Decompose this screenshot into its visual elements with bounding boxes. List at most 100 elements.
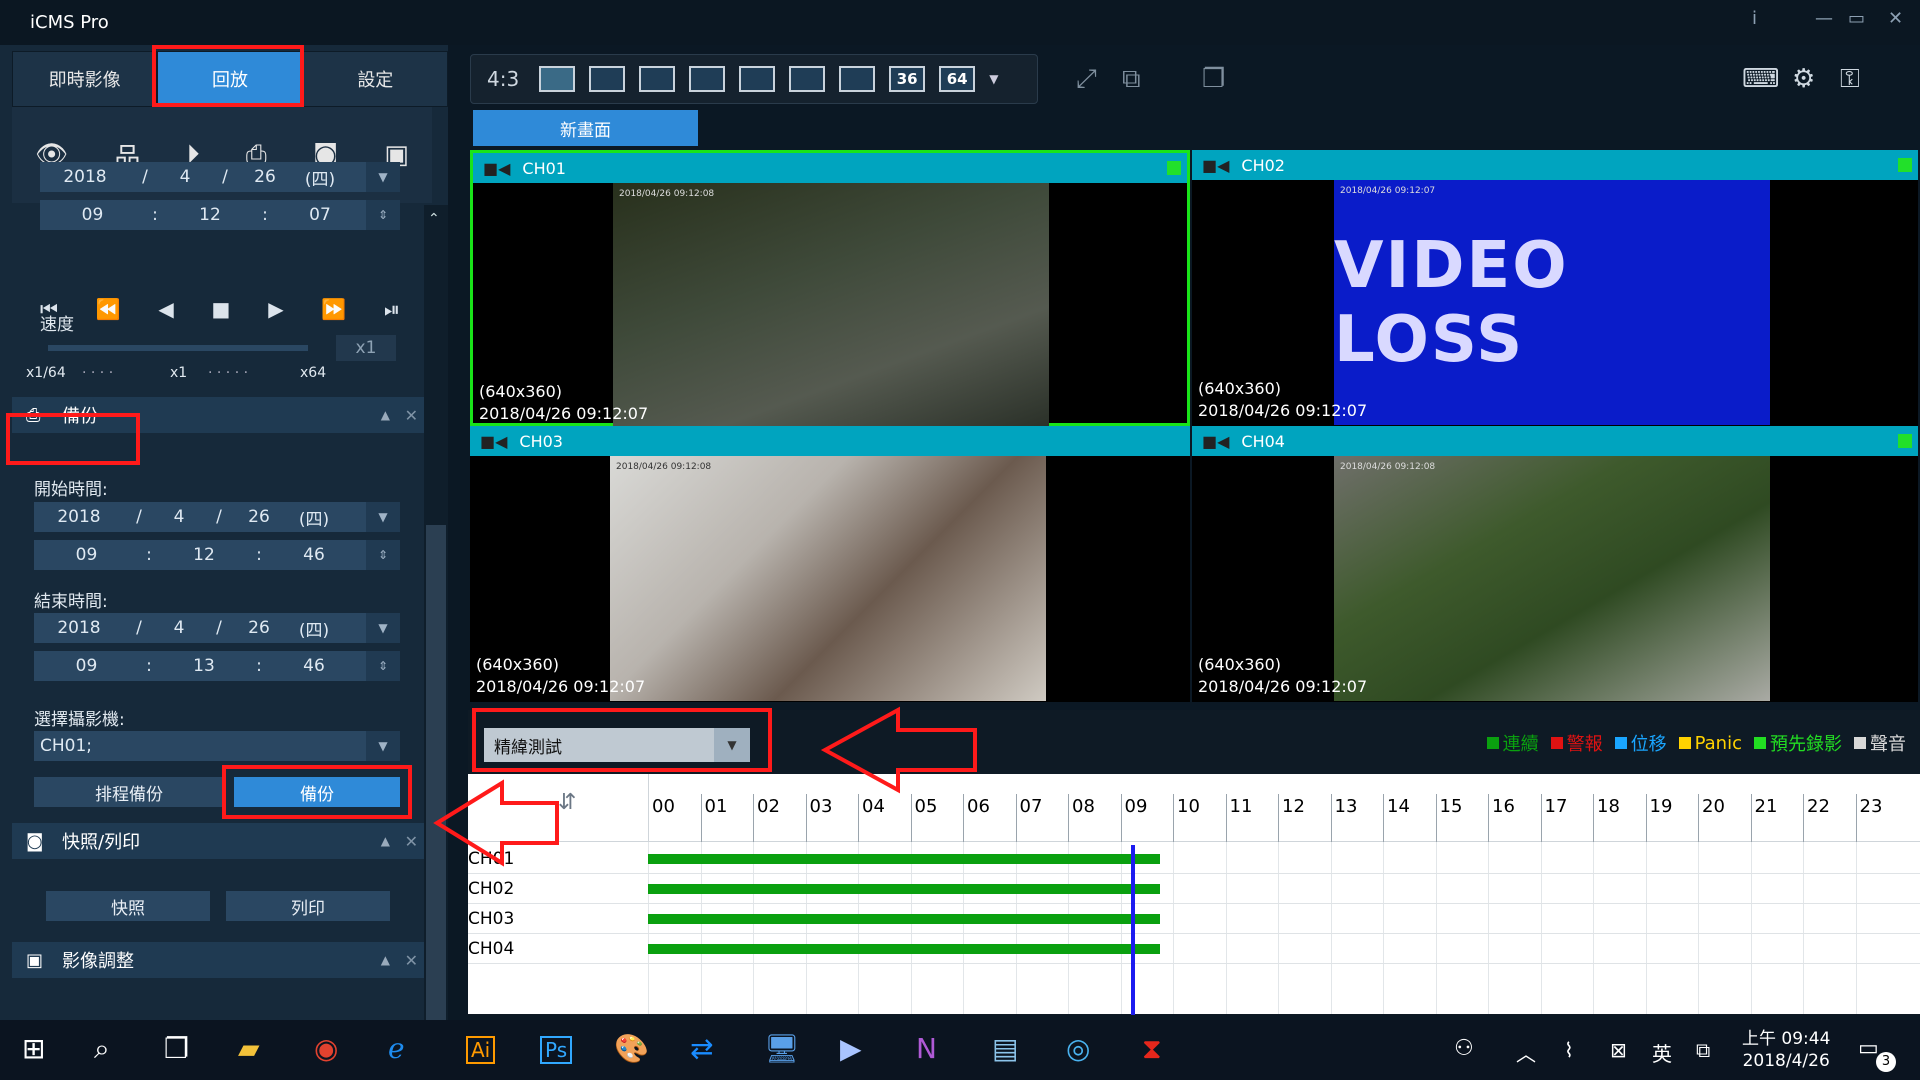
aspect-ratio-toggle[interactable]: 4:3 (487, 67, 519, 91)
tab-settings[interactable]: 設定 (302, 51, 448, 107)
clock[interactable]: 上午 09:44 2018/4/26 (1742, 1028, 1830, 1072)
play-pause-icon[interactable]: ⏯ (384, 297, 400, 321)
layout-9-icon[interactable] (689, 66, 726, 92)
playback-time-field[interactable]: 09 : 12 : 07 ⇕ (40, 200, 400, 230)
wifi-icon[interactable]: ⌇ (1564, 1038, 1574, 1062)
layout-4-icon[interactable] (589, 66, 626, 92)
onenote-icon[interactable]: N (916, 1032, 937, 1065)
notification-icon[interactable]: ▭ (1858, 1036, 1879, 1061)
play-icon[interactable]: ▶ (268, 297, 283, 321)
schedule-backup-button[interactable]: 排程備份 (34, 777, 224, 807)
fullscreen-icon[interactable]: ⤢ (1076, 64, 1097, 95)
layout-1-icon[interactable] (539, 66, 576, 92)
chevron-down-icon[interactable]: ▼ (366, 162, 400, 192)
tab-live[interactable]: 即時影像 (12, 51, 158, 107)
timeline-row[interactable]: CH02 (468, 874, 1920, 904)
chevron-up-icon[interactable]: ︿ (1516, 1038, 1536, 1067)
close-icon[interactable]: ✕ (405, 406, 418, 425)
collapse-icon[interactable]: ▲ (381, 834, 390, 848)
spinner-icon[interactable]: ⇕ (366, 200, 400, 230)
close-icon[interactable]: ✕ (405, 832, 418, 851)
timeline-row[interactable]: CH01 (468, 844, 1920, 874)
image-adjust-section-header[interactable]: ▣ 影像調整 ▲ ✕ (12, 942, 424, 978)
icms-icon[interactable]: ◎ (1066, 1032, 1090, 1065)
layout-6-icon[interactable] (639, 66, 676, 92)
recording-bar[interactable] (648, 854, 1160, 864)
chevron-down-icon[interactable]: ▼ (366, 502, 400, 532)
network-error-icon[interactable]: ⊠ (1610, 1038, 1627, 1062)
ime-indicator[interactable]: 英 (1652, 1038, 1672, 1067)
layout-13-icon[interactable] (789, 66, 826, 92)
layout-36-icon[interactable]: 36 (889, 66, 926, 92)
timeline-grid[interactable]: ⇵ 00 01 02 03 04 05 06 07 08 09 10 11 12 13 14 15 16 17 18… (468, 774, 1920, 1014)
layout-16-icon[interactable] (839, 66, 876, 92)
remote-desktop-icon[interactable]: 🖥 (764, 1032, 800, 1065)
spinner-icon[interactable]: ⇕ (366, 651, 400, 681)
recording-bar[interactable] (648, 884, 1160, 894)
info-icon[interactable]: ⅰ (1752, 8, 1757, 29)
camera-select[interactable]: CH01; ▼ (34, 731, 400, 761)
layout-10-icon[interactable] (739, 66, 776, 92)
recording-bar[interactable] (648, 914, 1160, 924)
close-icon[interactable]: ✕ (1888, 8, 1903, 29)
next-frame-icon[interactable]: ⏩ (321, 297, 346, 321)
spinner-icon[interactable]: ⇕ (366, 540, 400, 570)
paint-icon[interactable]: 🎨 (614, 1032, 649, 1065)
separator: / (136, 507, 142, 527)
hour-tick (1645, 794, 1647, 842)
timeline-cursor[interactable] (1131, 845, 1135, 1015)
illustrator-icon[interactable]: Ai (466, 1036, 496, 1064)
playback-date-field[interactable]: 2018 / 4 / 26 (四) ▼ (40, 162, 400, 192)
collapse-icon[interactable]: ▲ (381, 953, 390, 967)
snapshot-section-header[interactable]: ◙ 快照/列印 ▲ ✕ (12, 823, 424, 859)
app-icon[interactable]: ▤ (992, 1032, 1018, 1065)
people-icon[interactable]: ⚇ (1454, 1036, 1474, 1061)
speed-slider[interactable] (48, 345, 308, 351)
video-tile-ch03[interactable]: ■◀ CH03 2018/04/26 09:12:08 (640x360) 20… (470, 426, 1190, 702)
close-icon[interactable]: ✕ (405, 951, 418, 970)
video-tile-ch02[interactable]: ■◀ CH02 VIDEO LOSS 2018/04/26 09:12:07 (… (1192, 150, 1918, 426)
windows-start-icon[interactable]: ⊞ (22, 1032, 45, 1065)
prev-frame-icon[interactable]: ⏪ (96, 297, 121, 321)
timeline-row[interactable]: CH03 (468, 904, 1920, 934)
task-view-icon[interactable]: ❐ (164, 1032, 189, 1065)
key-icon[interactable]: ⚿ (1840, 64, 1860, 95)
video-tile-ch01[interactable]: ■◀ CH01 2018/04/26 09:12:08 (640x360) 20… (470, 150, 1190, 428)
separator: / (222, 167, 228, 187)
video-app-icon[interactable]: ▶ (840, 1032, 862, 1065)
window-icon[interactable]: ❐ (1202, 64, 1225, 94)
maximize-icon[interactable]: ▭ (1848, 8, 1865, 29)
scroll-up-icon[interactable]: ⌃ (428, 211, 440, 227)
speed-max: x64 (300, 365, 327, 381)
start-date-field[interactable]: 2018 / 4 / 26 (四) ▼ (34, 502, 400, 532)
video-tile-ch04[interactable]: ■◀ CH04 2018/04/26 09:12:08 (640x360) 20… (1192, 426, 1918, 702)
edge-icon[interactable]: ℯ (388, 1032, 405, 1065)
chrome-icon[interactable]: ◉ (314, 1032, 338, 1065)
reverse-play-icon[interactable]: ◀ (158, 297, 173, 321)
photoshop-icon[interactable]: Ps (540, 1036, 573, 1064)
teamviewer-icon[interactable]: ⇄ (690, 1032, 713, 1065)
chevron-down-icon[interactable]: ▼ (989, 72, 998, 86)
timeline-row[interactable]: CH04 (468, 934, 1920, 964)
print-button[interactable]: 列印 (226, 891, 390, 921)
chevron-down-icon[interactable]: ▼ (366, 731, 400, 761)
search-icon[interactable]: ⌕ (94, 1032, 110, 1066)
recording-bar[interactable] (648, 944, 1160, 954)
keyboard-icon[interactable]: ⌨ (1742, 64, 1780, 94)
gear-icon[interactable]: ⚙ (1792, 64, 1815, 94)
new-screen-tab[interactable]: 新畫面 (473, 110, 698, 146)
chevron-down-icon[interactable]: ▼ (366, 613, 400, 643)
end-time-field[interactable]: 09 : 13 : 46 ⇕ (34, 651, 400, 681)
end-date-field[interactable]: 2018 / 4 / 26 (四) ▼ (34, 613, 400, 643)
layout-64-icon[interactable]: 64 (939, 66, 976, 92)
multi-monitor-icon[interactable]: ⧉ (1122, 64, 1141, 95)
minimize-icon[interactable]: — (1815, 8, 1833, 29)
stop-icon[interactable]: ■ (212, 297, 231, 321)
start-time-field[interactable]: 09 : 12 : 46 ⇕ (34, 540, 400, 570)
snapshot-button[interactable]: 快照 (46, 891, 210, 921)
file-explorer-icon[interactable]: ▰ (238, 1032, 260, 1065)
left-scrollbar[interactable]: ⌃ ⌄ (424, 205, 448, 1055)
acrobat-icon[interactable]: ⧗ (1142, 1032, 1162, 1066)
collapse-icon[interactable]: ▲ (381, 408, 390, 422)
clipboard-icon[interactable]: ⧉ (1696, 1038, 1710, 1062)
